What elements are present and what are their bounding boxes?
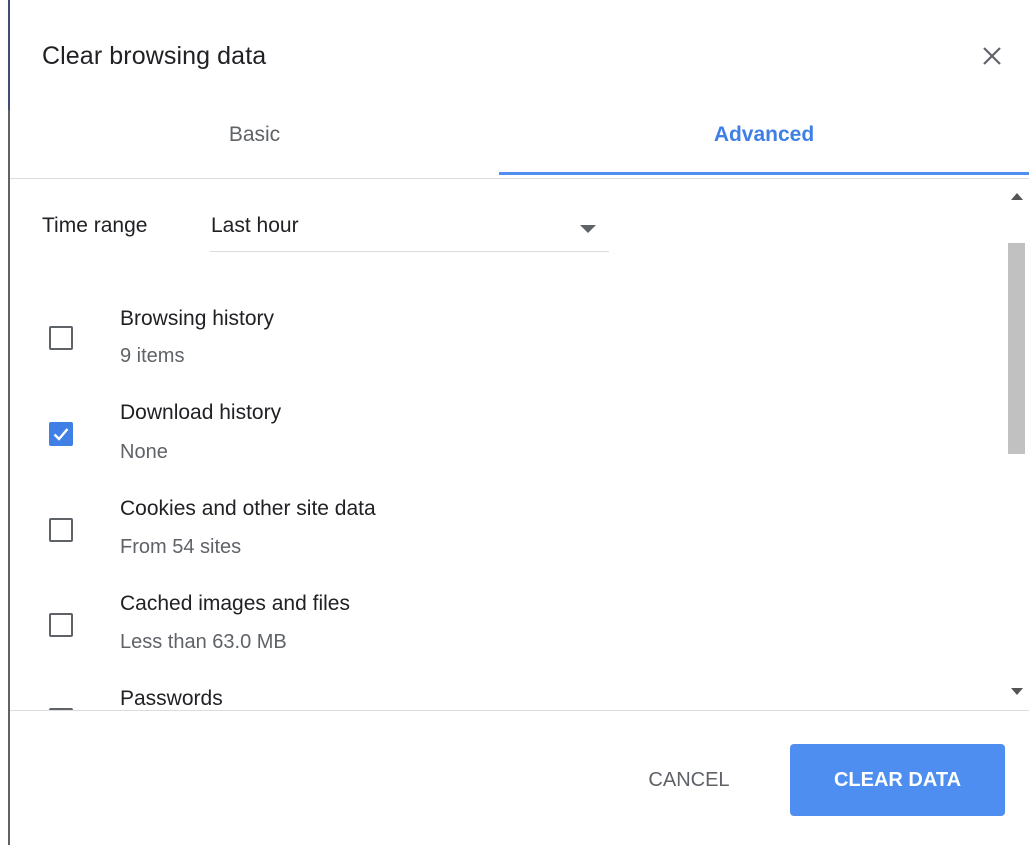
tab-basic[interactable]: Basic bbox=[10, 96, 499, 174]
option-passwords: Passwords bbox=[10, 679, 1000, 710]
scroll-up-arrow-icon[interactable] bbox=[1011, 193, 1023, 200]
time-range-value: Last hour bbox=[211, 214, 299, 237]
dropdown-arrow-icon bbox=[580, 225, 596, 233]
option-label: Passwords bbox=[120, 687, 223, 710]
option-sublabel: 9 items bbox=[120, 345, 185, 367]
active-tab-indicator bbox=[499, 172, 1029, 175]
checkbox-browsing-history[interactable] bbox=[49, 326, 73, 350]
footer-divider bbox=[10, 710, 1029, 711]
scroll-thumb[interactable] bbox=[1008, 243, 1025, 454]
option-label: Browsing history bbox=[120, 307, 275, 330]
checkbox-cookies[interactable] bbox=[49, 518, 73, 542]
dialog-title: Clear browsing data bbox=[42, 42, 267, 70]
option-cookies: Cookies and other site data From 54 site… bbox=[10, 489, 1000, 583]
checkmark-icon bbox=[53, 428, 69, 441]
option-label: Cached images and files bbox=[120, 592, 350, 615]
clear-data-button[interactable]: CLEAR DATA bbox=[790, 744, 1005, 816]
cancel-button[interactable]: CANCEL bbox=[624, 744, 754, 816]
time-range-label: Time range bbox=[42, 214, 148, 237]
checkbox-download-history[interactable] bbox=[49, 422, 73, 446]
option-cached-images: Cached images and files Less than 63.0 M… bbox=[10, 584, 1000, 678]
option-sublabel: None bbox=[120, 441, 168, 463]
tab-advanced[interactable]: Advanced bbox=[499, 96, 1029, 174]
option-browsing-history: Browsing history 9 items bbox=[10, 299, 1000, 393]
option-sublabel: From 54 sites bbox=[120, 536, 242, 558]
option-label: Download history bbox=[120, 401, 282, 424]
close-icon bbox=[983, 47, 1001, 65]
time-range-select[interactable]: Last hour bbox=[210, 205, 609, 252]
vertical-scrollbar[interactable] bbox=[1006, 179, 1029, 710]
scroll-down-arrow-icon[interactable] bbox=[1011, 688, 1023, 695]
option-download-history: Download history None bbox=[10, 393, 1000, 487]
option-label: Cookies and other site data bbox=[120, 497, 376, 520]
options-scroll-area: Time range Last hour Browsing history 9 … bbox=[10, 179, 1029, 710]
clear-browsing-data-dialog: Clear browsing data Basic Advanced Time … bbox=[10, 0, 1029, 845]
close-button[interactable] bbox=[976, 40, 1008, 72]
checkbox-cached-images[interactable] bbox=[49, 613, 73, 637]
option-sublabel: Less than 63.0 MB bbox=[120, 631, 287, 653]
tab-bar: Basic Advanced bbox=[10, 96, 1029, 180]
